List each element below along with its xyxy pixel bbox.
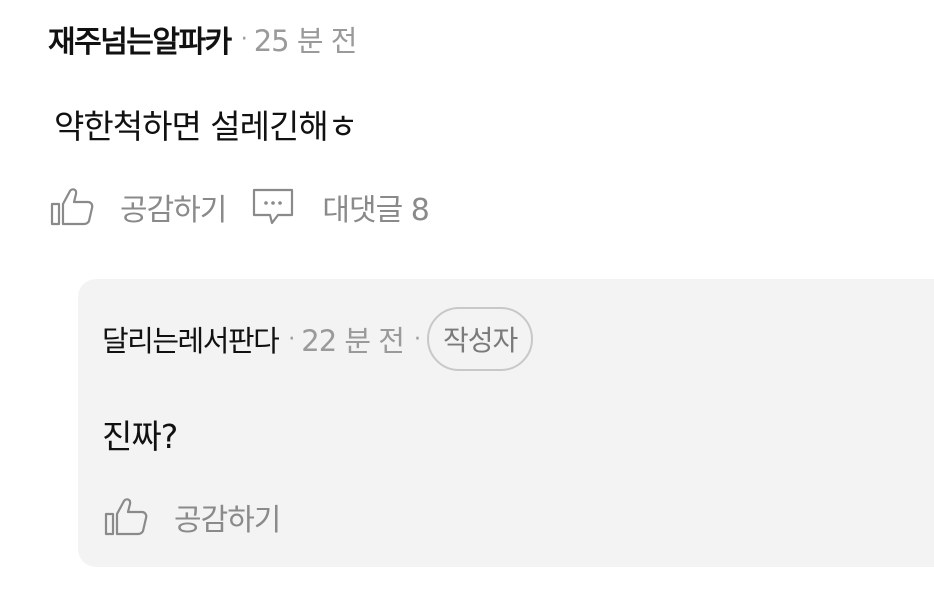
comment-time: 25 분 전 — [253, 24, 358, 58]
author-badge: 작성자 — [426, 307, 534, 371]
meta-separator: · — [288, 326, 296, 352]
meta-separator: · — [240, 26, 248, 52]
reply-time: 22 분 전 — [301, 324, 405, 358]
comment-author[interactable]: 재주넘는알파카 — [48, 17, 232, 61]
like-button[interactable]: 공감하기 — [50, 185, 227, 229]
comment-meta: 재주넘는알파카 · 25 분 전 — [48, 16, 358, 62]
thumbs-up-icon — [104, 497, 148, 537]
reply-author[interactable]: 달리는레서판다 — [102, 318, 280, 360]
reply-actions: 공감하기 — [104, 494, 281, 540]
like-label: 공감하기 — [120, 193, 227, 228]
reply-button[interactable]: 대댓글 8 — [252, 185, 430, 229]
comment-text: 약한척하면 설레긴해ㅎ — [54, 107, 358, 146]
comment-actions: 공감하기 대댓글 8 — [50, 184, 430, 230]
thumbs-up-icon — [50, 187, 94, 227]
meta-separator: · — [413, 326, 421, 352]
reply-meta: 달리는레서판다 · 22 분 전 · 작성자 — [102, 305, 534, 373]
reply-like-button[interactable]: 공감하기 — [104, 495, 281, 539]
like-label: 공감하기 — [174, 503, 281, 538]
reply-label: 대댓글 8 — [322, 193, 429, 228]
reply-text: 진짜? — [102, 417, 178, 456]
speech-bubble-icon — [252, 187, 294, 227]
reply-container: 달리는레서판다 · 22 분 전 · 작성자 진짜? 공감하기 — [78, 279, 934, 567]
